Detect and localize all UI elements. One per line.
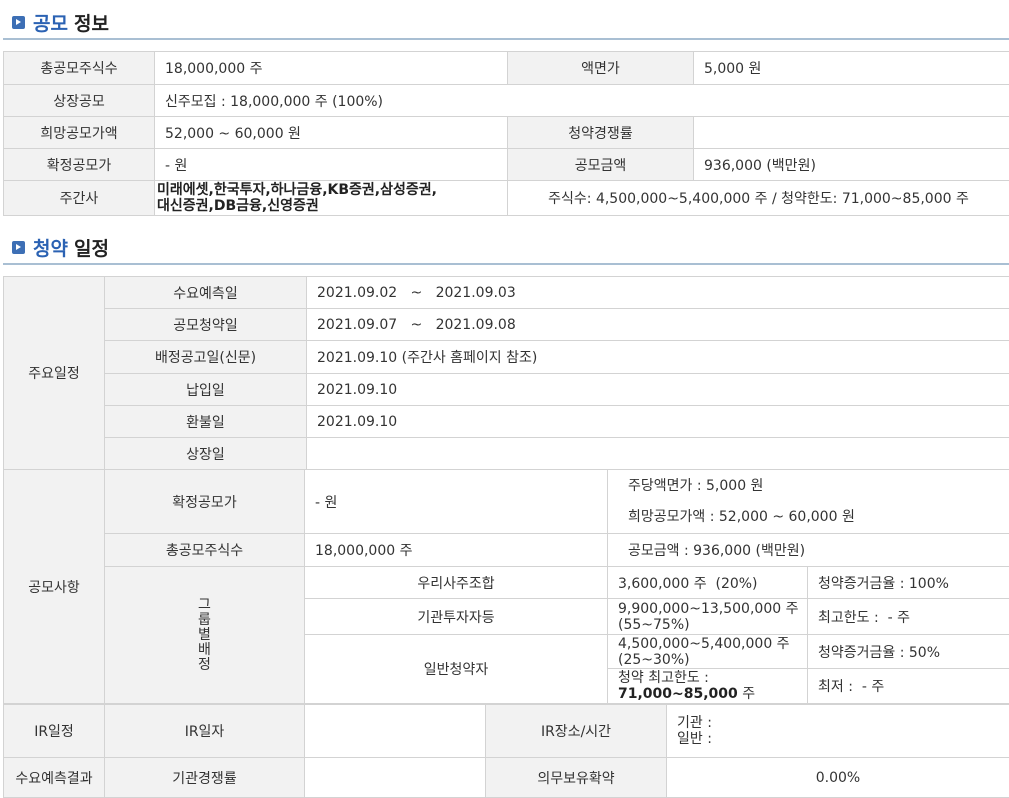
- group-allocation-label: 그 룹 별 배 정: [105, 567, 305, 704]
- retail-label: 일반청약자: [305, 635, 608, 704]
- schedule-row-value: 2021.09.10: [307, 406, 1009, 438]
- ir-date-label: IR일자: [105, 705, 305, 758]
- offering-details-table: 공모사항 확정공모가 - 원 주당액면가 : 5,000 원 희망공모가액 : …: [3, 469, 1009, 704]
- bullet-arrow-icon: [12, 16, 25, 29]
- main-schedule-table: 주요일정 수요예측일 2021.09.02 ~ 2021.09.03 공모청약일…: [3, 276, 1009, 470]
- listing-value: 신주모집 : 18,000,000 주 (100%): [155, 85, 1009, 117]
- desired-price-line: 희망공모가액 : 52,000 ~ 60,000 원: [628, 502, 999, 533]
- ir-date-value: [305, 705, 486, 758]
- listing-label: 상장공모: [4, 85, 155, 117]
- section-title-subscription-schedule: 청약 일정: [12, 236, 109, 258]
- schedule-row-value: 2021.09.10 (주간사 홈페이지 참조): [307, 341, 1009, 374]
- total-shares-label: 총공모주식수: [4, 52, 155, 85]
- desired-price-value: 52,000 ~ 60,000 원: [155, 117, 508, 149]
- ir-place-label: IR장소/시간: [486, 705, 667, 758]
- institution-label: 기관투자자등: [305, 599, 608, 635]
- competition-rate-value: [694, 117, 1009, 149]
- institution-max-limit: 최고한도 : - 주: [808, 599, 1009, 635]
- retail-deposit-rate: 청약증거금율 : 50%: [808, 635, 1009, 669]
- desired-price-label: 희망공모가액: [4, 117, 155, 149]
- total-shares-value: 18,000,000 주: [305, 534, 608, 567]
- institution-shares-range: 9,900,000~13,500,000 주: [618, 601, 797, 617]
- ir-schedule-label: IR일정: [4, 705, 105, 758]
- ir-place-retail: 일반 :: [677, 731, 999, 747]
- section-divider: [3, 38, 1009, 40]
- section-title-rest: 일정: [74, 234, 109, 261]
- offering-amount-label: 공모금액: [508, 149, 694, 181]
- schedule-row-label: 배정공고일(신문): [105, 341, 307, 374]
- group-allocation-char: 별: [115, 628, 294, 643]
- retail-max-limit-label: 청약 최고한도 :: [618, 670, 797, 686]
- schedule-row-label: 납입일: [105, 374, 307, 406]
- employee-union-label: 우리사주조합: [305, 567, 608, 599]
- retail-shares-pct: (25~30%): [618, 652, 797, 668]
- bullet-arrow-icon: [12, 241, 25, 254]
- schedule-row-value: [307, 438, 1009, 470]
- institution-shares: 9,900,000~13,500,000 주 (55~75%): [608, 599, 808, 635]
- confirmed-price-label: 확정공모가: [4, 149, 155, 181]
- group-allocation-char: 정: [115, 658, 294, 673]
- schedule-row-label: 수요예측일: [105, 277, 307, 309]
- confirmed-price-label: 확정공모가: [105, 470, 305, 534]
- offering-label: 공모사항: [4, 470, 105, 704]
- institution-shares-pct: (55~75%): [618, 617, 797, 633]
- employee-union-shares: 3,600,000 주 (20%): [608, 567, 808, 599]
- section-title-highlight: 청약: [33, 234, 68, 261]
- ir-place-value: 기관 : 일반 :: [667, 705, 1009, 758]
- ir-demand-table: IR일정 IR일자 IR장소/시간 기관 : 일반 : 수요예측결과 기관경쟁률…: [3, 704, 1009, 798]
- confirmed-price-value: - 원: [305, 470, 608, 534]
- schedule-row-value: 2021.09.07 ~ 2021.09.08: [307, 309, 1009, 341]
- section-title-offering-info: 공모 정보: [12, 11, 109, 33]
- underwriter-line-1: 미래에셋,한국투자,하나금융,KB증권,삼성증권,: [157, 182, 507, 198]
- group-allocation-char: 룹: [115, 613, 294, 628]
- total-shares-value: 18,000,000 주: [155, 52, 508, 85]
- price-info: 주당액면가 : 5,000 원 희망공모가액 : 52,000 ~ 60,000…: [608, 470, 1009, 534]
- section-title-rest: 정보: [74, 9, 109, 36]
- underwriter-detail: 주식수: 4,500,000~5,400,000 주 / 청약한도: 71,00…: [508, 181, 1009, 216]
- par-value: 5,000 원: [694, 52, 1009, 85]
- section-title-highlight: 공모: [33, 9, 68, 36]
- underwriter-line-2: 대신증권,DB금융,신영증권: [157, 198, 507, 214]
- schedule-row-label: 환불일: [105, 406, 307, 438]
- underwriter-label: 주간사: [4, 181, 155, 216]
- schedule-row-label: 상장일: [105, 438, 307, 470]
- schedule-row-value: 2021.09.10: [307, 374, 1009, 406]
- retail-max-limit-unit: 주: [738, 686, 755, 702]
- underwriter-value: 미래에셋,한국투자,하나금융,KB증권,삼성증권, 대신증권,DB금융,신영증권: [155, 181, 508, 216]
- offering-amount-value: 936,000 (백만원): [694, 149, 1009, 181]
- par-value-line: 주당액면가 : 5,000 원: [628, 471, 999, 502]
- group-allocation-char: 배: [115, 643, 294, 658]
- retail-max-limit-number: 71,000~85,000: [618, 686, 738, 702]
- competition-rate-label: 청약경쟁률: [508, 117, 694, 149]
- section-divider: [3, 263, 1009, 265]
- retail-min-limit: 최저 : - 주: [808, 669, 1009, 704]
- schedule-row-label: 공모청약일: [105, 309, 307, 341]
- offering-info-table: 총공모주식수 18,000,000 주 액면가 5,000 원 상장공모 신주모…: [3, 51, 1009, 216]
- main-schedule-label: 주요일정: [4, 277, 105, 470]
- retail-max-limit-value: 71,000~85,000 주: [618, 686, 797, 702]
- ir-place-institution: 기관 :: [677, 715, 999, 731]
- retail-max-limit: 청약 최고한도 : 71,000~85,000 주: [608, 669, 808, 704]
- offering-amount-line: 공모금액 : 936,000 (백만원): [608, 534, 1009, 567]
- employee-deposit-rate: 청약증거금율 : 100%: [808, 567, 1009, 599]
- group-allocation-char: 그: [115, 598, 294, 613]
- schedule-row-value: 2021.09.02 ~ 2021.09.03: [307, 277, 1009, 309]
- retail-shares: 4,500,000~5,400,000 주 (25~30%): [608, 635, 808, 669]
- retail-shares-range: 4,500,000~5,400,000 주: [618, 636, 797, 652]
- total-shares-label: 총공모주식수: [105, 534, 305, 567]
- par-value-label: 액면가: [508, 52, 694, 85]
- confirmed-price-value: - 원: [155, 149, 508, 181]
